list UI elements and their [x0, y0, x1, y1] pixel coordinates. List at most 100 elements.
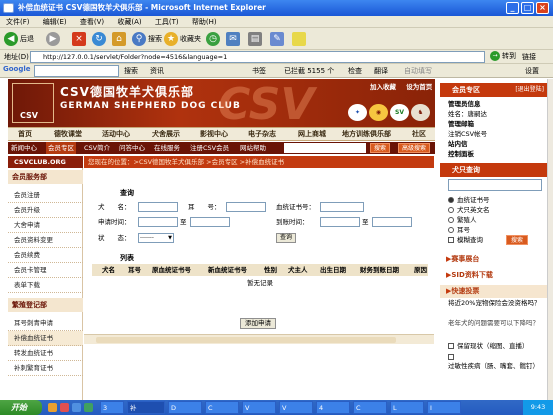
subnav-service[interactable]: 在线服务: [154, 142, 180, 154]
nav-magazine[interactable]: 电子杂志: [248, 128, 276, 141]
start-button[interactable]: 开始: [0, 400, 42, 415]
nav-kennels[interactable]: 犬舍展示: [152, 128, 180, 141]
inbox-link[interactable]: 站内信: [448, 139, 468, 149]
mail-button[interactable]: ✉: [226, 31, 242, 47]
search-option-breeder[interactable]: 繁殖人: [448, 215, 477, 225]
sid-download-link[interactable]: ▶SID资料下载: [440, 269, 547, 282]
dog-search-input[interactable]: [448, 179, 542, 191]
status-select[interactable]: ------- ▼: [138, 233, 174, 243]
google-autofill-button[interactable]: 自动填写: [404, 66, 432, 76]
taskbar-item[interactable]: 3: [100, 401, 124, 414]
sv-logo-icon[interactable]: SV: [390, 104, 409, 121]
subnav-members[interactable]: 会员专区: [46, 142, 76, 154]
scrollbar-thumb[interactable]: [96, 337, 396, 343]
advanced-search-button[interactable]: 高级搜索: [398, 143, 431, 153]
minimize-button[interactable]: _: [506, 2, 519, 14]
vote-option-2[interactable]: 过敏性疾病（肠、嘴套、髋钉）: [448, 353, 546, 371]
vertical-scrollbar[interactable]: [547, 79, 553, 400]
google-settings-button[interactable]: 设置: [525, 66, 539, 76]
taskbar-item[interactable]: V: [279, 401, 313, 414]
set-homepage-link[interactable]: 设为首页: [406, 83, 432, 91]
subnav-qa[interactable]: 问答中心: [119, 142, 145, 154]
nav-clubs[interactable]: 地方训练俱乐部: [342, 128, 391, 141]
quicklaunch-icon[interactable]: [48, 403, 57, 412]
notes-button[interactable]: [292, 31, 308, 47]
sidebar-section-member[interactable]: 会员服务部: [8, 170, 83, 184]
control-panel-link[interactable]: 控制面板: [448, 149, 474, 159]
google-search-input[interactable]: [34, 65, 119, 77]
taskbar-item[interactable]: L: [390, 401, 424, 414]
favorites-button[interactable]: ★ 收藏夹: [164, 31, 201, 47]
forward-button[interactable]: ▶: [46, 31, 62, 47]
site-search-input[interactable]: [284, 143, 366, 153]
subnav-help[interactable]: 网站帮助: [240, 142, 266, 154]
taskbar-item[interactable]: C: [205, 401, 239, 414]
address-input[interactable]: http://127.0.0.1/servlet/Folder?node=451…: [30, 51, 485, 63]
subnav-news[interactable]: 新闻中心: [11, 142, 37, 154]
menu-edit[interactable]: 编辑(E): [43, 18, 67, 26]
search-button[interactable]: ⚲ 搜索: [132, 31, 162, 47]
admin-info-link[interactable]: 管理员信息: [448, 99, 481, 109]
ear-number-input[interactable]: [226, 202, 266, 212]
sidebar-section-breeding[interactable]: 繁殖登记部: [8, 298, 83, 312]
edit-button[interactable]: ✎: [270, 31, 286, 47]
dog-name-input[interactable]: [138, 202, 178, 212]
nav-home[interactable]: 首页: [18, 128, 32, 141]
sidebar-item-breeding-cert[interactable]: 补刺繁育证书: [8, 361, 83, 376]
site-search-button[interactable]: 搜索: [370, 143, 391, 153]
partner-logo-icon[interactable]: ✦: [348, 104, 367, 121]
logout-link[interactable]: [退出登陆]: [515, 83, 544, 97]
events-link[interactable]: ▶赛事展台: [440, 253, 547, 266]
taskbar-item[interactable]: I: [427, 401, 461, 414]
google-blocked-count[interactable]: 已拦截 5155 个: [284, 66, 334, 76]
cert-number-input[interactable]: [320, 202, 364, 212]
go-button[interactable]: → 转到: [490, 51, 516, 61]
nav-community[interactable]: 社区: [412, 128, 426, 141]
system-clock[interactable]: 9:43: [523, 400, 553, 415]
google-bookmarks-button[interactable]: 书签: [252, 66, 266, 76]
refresh-button[interactable]: ↻: [92, 31, 108, 47]
deregister-link[interactable]: 注销CSV帐号: [448, 129, 487, 139]
quicklaunch-icon[interactable]: [84, 403, 93, 412]
quicklaunch-icon[interactable]: [60, 403, 69, 412]
search-option-cert[interactable]: 血统证书号: [448, 195, 490, 205]
sidebar-item-renew[interactable]: 会员续费: [8, 248, 83, 263]
google-search-button[interactable]: 搜索: [124, 66, 138, 76]
partner-logo-icon[interactable]: ◉: [369, 104, 388, 121]
taskbar-item[interactable]: C: [353, 401, 387, 414]
maximize-button[interactable]: □: [521, 2, 534, 14]
apply-time-to-input[interactable]: [190, 217, 230, 227]
sidebar-item-register[interactable]: 会员注册: [8, 188, 83, 203]
home-button[interactable]: ⌂: [112, 31, 128, 47]
dog-search-button[interactable]: 搜索: [506, 235, 529, 245]
menu-file[interactable]: 文件(F): [6, 18, 30, 26]
taskbar-item[interactable]: V: [242, 401, 276, 414]
sidebar-item-forward-cert[interactable]: 转发血统证书: [8, 346, 83, 361]
arrive-time-from-input[interactable]: [320, 217, 360, 227]
menu-help[interactable]: 帮助(H): [192, 18, 217, 26]
subnav-register[interactable]: 注册CSV会员: [190, 142, 229, 154]
fuzzy-search-checkbox[interactable]: 模糊查询: [448, 235, 483, 245]
google-translate-button[interactable]: 翻译: [374, 66, 388, 76]
taskbar-item[interactable]: D: [168, 401, 202, 414]
sidebar-item-reissue-cert[interactable]: 补偿血统证书: [8, 331, 83, 346]
admin-mail-link[interactable]: 管理邮箱: [448, 119, 474, 129]
google-news-button[interactable]: 资讯: [150, 66, 164, 76]
vote-option-1[interactable]: 保留现状（缩图、直播）: [448, 341, 546, 351]
taskbar-item-active[interactable]: 补: [127, 401, 165, 414]
close-button[interactable]: ×: [536, 2, 549, 14]
nav-classroom[interactable]: 德牧课堂: [54, 128, 82, 141]
add-application-button[interactable]: 添加申请: [240, 318, 276, 329]
sidebar-item-profile[interactable]: 会员资料变更: [8, 233, 83, 248]
print-button[interactable]: ▤: [248, 31, 264, 47]
back-button[interactable]: ◀ 后退: [4, 31, 34, 47]
sidebar-item-tattoo[interactable]: 耳号刺青申请: [8, 316, 83, 331]
horizontal-scrollbar[interactable]: [84, 334, 434, 344]
nav-events[interactable]: 活动中心: [102, 128, 130, 141]
apply-time-from-input[interactable]: [138, 217, 178, 227]
stop-button[interactable]: ×: [72, 31, 88, 47]
sidebar-item-download[interactable]: 表单下载: [8, 278, 83, 293]
query-button[interactable]: 查询: [276, 233, 297, 243]
arrive-time-to-input[interactable]: [372, 217, 412, 227]
sidebar-item-card[interactable]: 会员卡管理: [8, 263, 83, 278]
